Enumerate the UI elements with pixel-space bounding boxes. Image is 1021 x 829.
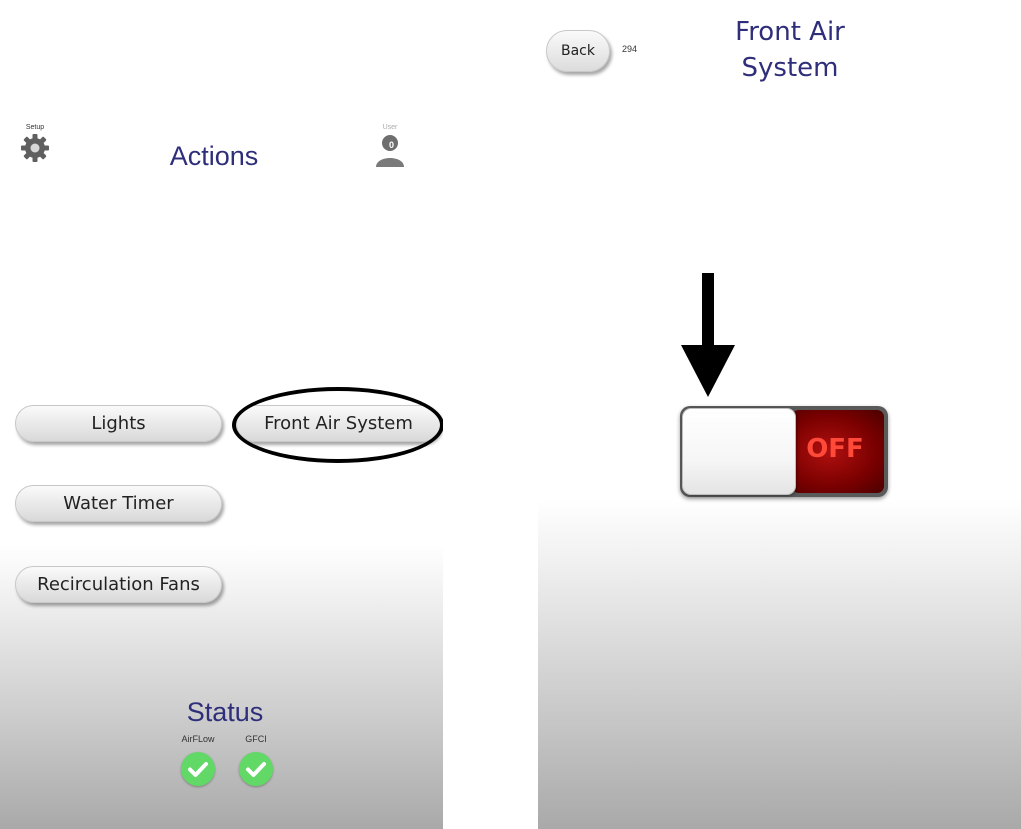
user-badge: 0 [389,140,394,150]
page-title: Actions [169,141,259,171]
status-title: Status [186,697,264,727]
front-air-system-screen: Back 294 Front Air System OFF [538,0,1021,829]
user-caption: User [382,124,398,131]
setup-caption: Setup [25,124,45,131]
user-button[interactable]: User 0 [374,124,406,172]
lights-button[interactable]: Lights [15,405,222,442]
airflow-status: AirFLow [173,734,223,786]
background-gradient [538,500,1021,829]
gfci-label: GFCI [245,734,267,744]
water-timer-button[interactable]: Water Timer [15,485,222,522]
counter-text: 294 [622,44,638,54]
recirculation-fans-button[interactable]: Recirculation Fans [15,566,222,603]
gfci-status: GFCI [231,734,281,786]
title-line-1: Front Air [735,17,845,47]
user-icon: 0 [376,135,404,167]
toggle-knob[interactable] [682,408,796,495]
title-line-2: System [741,53,839,83]
page-title: Front Air System [690,14,890,86]
actions-screen: Setup Actions User 0 Lights Front Air Sy… [0,0,443,829]
airflow-label: AirFLow [181,734,215,744]
back-button[interactable]: Back [546,30,610,72]
down-arrow-icon [681,273,735,397]
front-air-system-button[interactable]: Front Air System [236,405,441,442]
toggle-state-label: OFF [806,434,864,464]
check-icon [181,752,215,786]
check-icon [239,752,273,786]
power-toggle-switch[interactable]: OFF [680,406,888,497]
